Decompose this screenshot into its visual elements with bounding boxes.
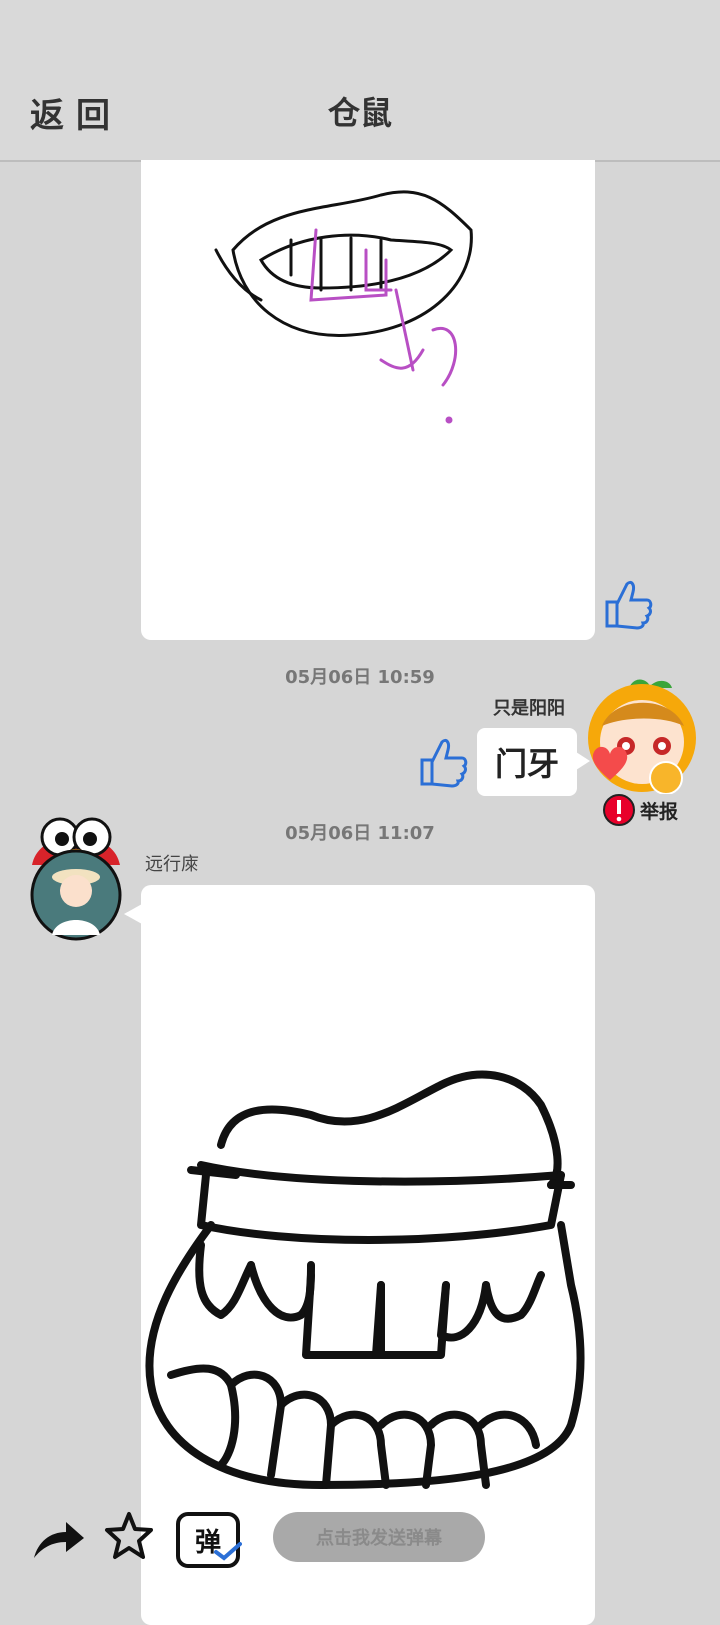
heart-icon [592, 746, 628, 780]
image-message-card[interactable] [141, 160, 595, 640]
thumbs-up-icon[interactable] [603, 578, 653, 630]
bubble-tail [124, 904, 142, 924]
danmaku-input[interactable]: 点击我发送弹幕 [273, 1512, 485, 1562]
sender-name: 只是阳阳 [493, 698, 565, 719]
checkmark-icon [214, 1542, 242, 1561]
thumbs-up-icon[interactable] [418, 736, 468, 788]
drawing-image [214, 190, 473, 424]
share-icon[interactable] [30, 1518, 86, 1562]
sender-name: 远行庲 [145, 854, 199, 875]
star-icon[interactable] [103, 1510, 155, 1562]
page-title: 仓鼠 [327, 94, 392, 132]
avatar[interactable] [26, 815, 126, 941]
top-bar: 返回 仓鼠 [0, 0, 720, 162]
text-message-bubble[interactable]: 门牙 [477, 728, 577, 796]
